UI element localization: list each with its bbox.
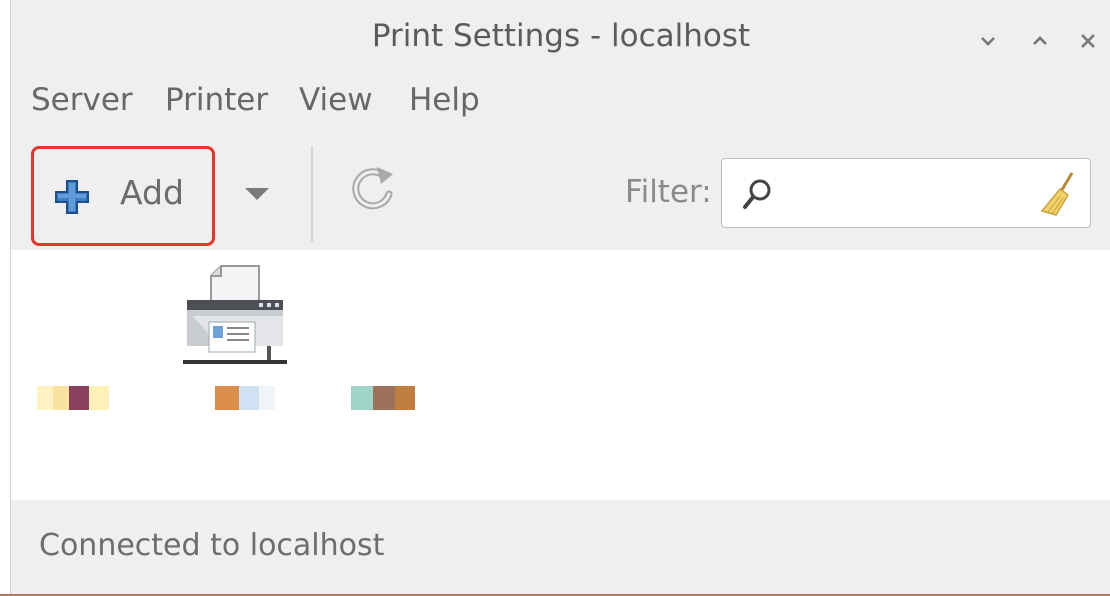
filter-label: Filter: <box>625 174 712 210</box>
title-bar[interactable]: Print Settings - localhost <box>11 0 1110 80</box>
filter-box <box>721 158 1091 228</box>
clear-broom-icon[interactable] <box>1038 171 1078 217</box>
chevron-up-icon <box>1033 36 1047 45</box>
status-text: Connected to localhost <box>39 528 385 563</box>
toolbar: Add Filter: <box>11 138 1110 250</box>
menu-printer[interactable]: Printer <box>165 82 268 118</box>
add-button-label: Add <box>120 173 184 212</box>
window-title: Print Settings - localhost <box>371 18 751 54</box>
printer-icon[interactable] <box>179 264 291 372</box>
menu-view[interactable]: View <box>299 82 373 118</box>
plus-icon <box>55 180 89 214</box>
chevron-down-icon <box>981 37 995 46</box>
filter-input[interactable] <box>780 171 1034 217</box>
print-settings-window: Print Settings - localhost Server Printe… <box>10 0 1110 594</box>
redacted-label <box>351 384 415 412</box>
menu-server[interactable]: Server <box>31 82 133 118</box>
add-button[interactable]: Add <box>31 146 215 246</box>
status-bar: Connected to localhost <box>11 500 1110 594</box>
add-dropdown-button[interactable] <box>243 186 271 202</box>
toolbar-separator <box>311 146 313 242</box>
close-icon <box>1081 34 1095 48</box>
close-button[interactable] <box>1073 26 1103 56</box>
menu-help[interactable]: Help <box>409 82 480 118</box>
search-icon <box>743 179 771 209</box>
maximize-button[interactable] <box>1025 26 1055 56</box>
redacted-label <box>37 384 109 412</box>
redacted-label <box>215 384 275 412</box>
printer-list <box>11 250 1110 500</box>
refresh-icon[interactable] <box>351 164 397 214</box>
minimize-button[interactable] <box>973 26 1003 56</box>
